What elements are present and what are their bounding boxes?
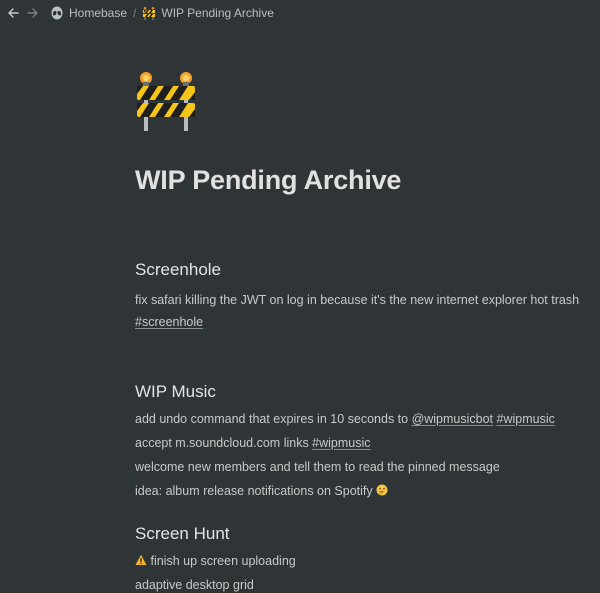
task-text: finish up screen uploading [150,554,296,568]
section-heading-wip-music: WIP Music [135,382,216,401]
task-text: idea: album release notifications on Spo… [135,484,373,498]
page-content: WIP Pending Archive Screenhole fix safar… [135,70,595,593]
section-screen-hunt: Screen Hunt finish up screen uploading a… [135,523,595,593]
thinking-face-icon [376,484,388,496]
mention-link[interactable]: @wipmusicbot [412,412,493,426]
top-bar: Homebase / WIP Pending Archive [0,0,600,26]
breadcrumb-label-wip-pending-archive: WIP Pending Archive [161,6,274,20]
list-item: idea: album release notifications on Spo… [135,483,595,499]
forward-arrow-icon[interactable] [26,6,40,20]
alien-icon [51,6,63,20]
list-item: welcome new members and tell them to rea… [135,459,595,475]
section-screenhole: Screenhole fix safari killing the JWT on… [135,259,595,330]
task-text: welcome new members and tell them to rea… [135,460,500,474]
section-heading-screenhole: Screenhole [135,260,222,279]
breadcrumb-item-homebase[interactable]: Homebase [50,6,127,20]
breadcrumb-item-wip-pending-archive[interactable]: WIP Pending Archive [142,6,274,20]
task-text: adaptive desktop grid [135,578,254,592]
back-arrow-icon[interactable] [6,6,20,20]
list-item: fix safari killing the JWT on log in bec… [135,292,595,308]
list-item: add undo command that expires in 10 seco… [135,411,595,427]
construction-barrier-icon [143,7,156,20]
task-text: fix safari killing the JWT on log in bec… [135,293,580,307]
section-heading-screen-hunt: Screen Hunt [135,524,230,543]
section-wip-music: WIP Music add undo command that expires … [135,381,595,499]
breadcrumb: Homebase / WIP Pending Archive [50,6,274,20]
warning-icon [135,554,147,565]
hashtag-link[interactable]: #wipmusic [312,436,370,450]
list-item: finish up screen uploading [135,553,595,569]
breadcrumb-separator: / [133,6,137,20]
list-item: #screenhole [135,314,595,330]
hashtag-link[interactable]: #wipmusic [497,412,555,426]
list-item: accept m.soundcloud.com links #wipmusic [135,435,595,451]
task-text: accept m.soundcloud.com links [135,436,313,450]
breadcrumb-label-homebase: Homebase [69,6,128,20]
list-item: adaptive desktop grid [135,577,595,593]
construction-barrier-icon[interactable] [135,70,197,132]
task-text: add undo command that expires in 10 seco… [135,412,412,426]
hashtag-link[interactable]: #screenhole [135,315,203,329]
page-title: WIP Pending Archive [135,165,402,195]
